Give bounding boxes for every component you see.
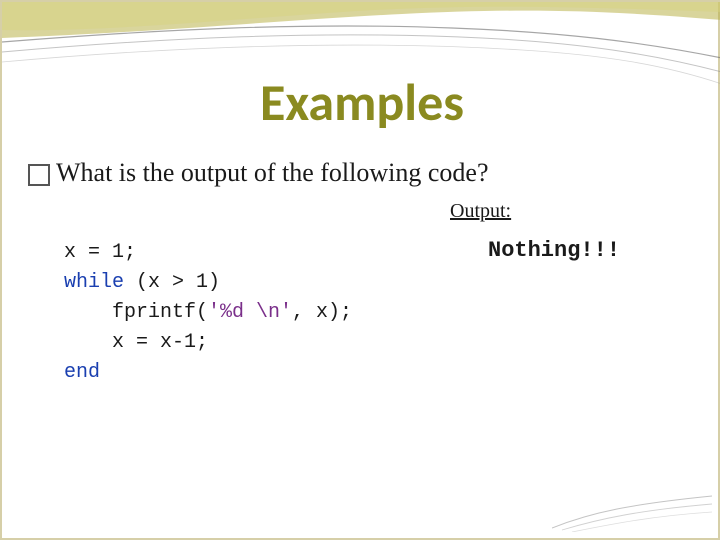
code-keyword-while: while (64, 271, 124, 294)
output-value: Nothing!!! (488, 238, 620, 263)
bullet-square-icon (28, 164, 50, 186)
code-line-3a: fprintf( (64, 301, 208, 324)
question-row: What is the output of the following code… (28, 158, 489, 188)
slide: Examples What is the output of the follo… (0, 0, 720, 540)
code-string-literal: '%d \n' (208, 301, 292, 324)
code-line-1: x = 1; (64, 241, 136, 264)
code-line-3b: , x); (292, 301, 352, 324)
code-keyword-end: end (64, 361, 100, 384)
code-block: x = 1; while (x > 1) fprintf('%d \n', x)… (64, 238, 352, 388)
output-label: Output: (450, 200, 511, 223)
slide-title: Examples (2, 70, 720, 134)
question-text: What is the output of the following code… (56, 158, 489, 188)
code-line-2-rest: (x > 1) (124, 271, 220, 294)
bottom-wave-decoration (552, 492, 712, 532)
code-line-4: x = x-1; (64, 331, 208, 354)
